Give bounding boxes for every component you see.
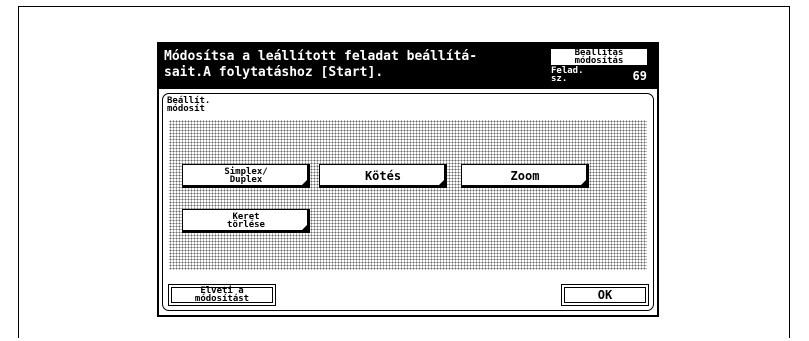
binding-label: Kötés (364, 169, 402, 183)
control-panel-screen: Módosítsa a leállított feladat beállítá-… (157, 42, 659, 317)
settings-area: Simplex/ Duplex Kötés Zoom Keret törlése (169, 120, 647, 270)
ok-button[interactable]: OK (561, 284, 649, 306)
zoom-button[interactable]: Zoom (461, 164, 589, 188)
job-number-value: 69 (632, 69, 647, 83)
simplex-duplex-label: Simplex/ Duplex (224, 167, 268, 185)
simplex-duplex-button[interactable]: Simplex/ Duplex (182, 164, 310, 188)
discard-changes-label: Elveti a módosítást (194, 286, 250, 304)
ok-label: OK (597, 288, 613, 302)
erase-frame-button[interactable]: Keret törlése (182, 209, 310, 233)
zoom-label: Zoom (510, 169, 540, 183)
corner-triangle-icon (439, 180, 444, 185)
discard-changes-button[interactable]: Elveti a módosítást (168, 284, 276, 306)
job-number-label: Felad. sz. (551, 66, 584, 84)
corner-triangle-icon (302, 180, 307, 185)
corner-triangle-icon (302, 225, 307, 230)
message-header: Módosítsa a leállított feladat beállítá-… (159, 44, 657, 89)
panel-title: Beállít. módosít (167, 96, 211, 114)
settings-panel: Beállít. módosít Simplex/ Duplex Kötés Z… (162, 93, 654, 311)
erase-frame-label: Keret törlése (227, 212, 265, 230)
binding-button[interactable]: Kötés (319, 164, 447, 188)
corner-triangle-icon (581, 180, 586, 185)
mode-indicator: Beállítás módosítás (551, 49, 647, 66)
instruction-message: Módosítsa a leállított feladat beállítá-… (164, 49, 478, 80)
